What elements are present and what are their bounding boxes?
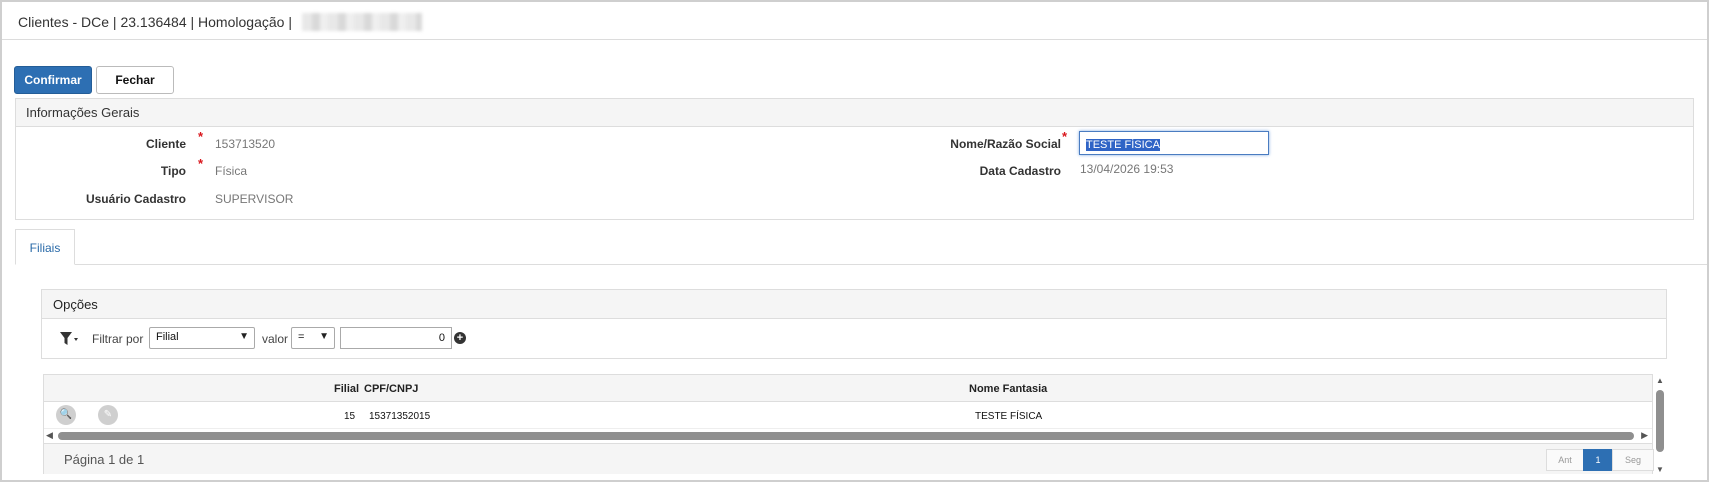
- column-header-cpf-cnpj[interactable]: CPF/CNPJ: [364, 383, 418, 395]
- blurred-environment-name: [302, 13, 422, 31]
- filter-field-value: Filial: [156, 331, 179, 343]
- scroll-down-icon[interactable]: ▼: [1656, 465, 1664, 474]
- next-page-button[interactable]: Seg: [1612, 449, 1654, 471]
- confirm-button[interactable]: Confirmar: [14, 66, 92, 94]
- nome-razao-social-label: Nome/Razão Social: [950, 137, 1061, 151]
- general-info-heading: Informações Gerais: [16, 99, 1693, 127]
- data-cadastro-label: Data Cadastro: [979, 164, 1061, 178]
- grid-header: Filial CPF/CNPJ Nome Fantasia: [44, 375, 1652, 402]
- cell-cpf-cnpj: 15371352015: [369, 411, 431, 422]
- filiais-grid: Filial CPF/CNPJ Nome Fantasia 🔍 ✎ 15 153…: [43, 374, 1654, 474]
- column-header-nome-fantasia[interactable]: Nome Fantasia: [969, 383, 1047, 395]
- cell-filial: 15: [344, 411, 356, 422]
- operator-value: =: [298, 331, 305, 343]
- selected-text: TESTE FÍSICA: [1086, 139, 1160, 151]
- tab-divider: [15, 264, 1707, 265]
- vertical-scroll-thumb[interactable]: [1656, 390, 1664, 452]
- close-button[interactable]: Fechar: [96, 66, 174, 94]
- cell-nome-fantasia: TESTE FÍSICA: [975, 411, 1043, 422]
- grid-footer: Página 1 de 1 Ant 1 Seg: [44, 443, 1654, 474]
- scroll-left-icon[interactable]: ◀: [46, 430, 53, 441]
- general-info-panel: Informações Gerais Cliente * 153713520 T…: [15, 98, 1694, 220]
- tipo-label: Tipo: [160, 164, 186, 178]
- scroll-right-icon[interactable]: ▶: [1641, 430, 1648, 441]
- value-label: valor: [262, 332, 289, 346]
- usuario-cadastro-label: Usuário Cadastro: [85, 192, 186, 206]
- filter-by-label: Filtrar por: [92, 332, 144, 346]
- tab-filiais[interactable]: Filiais: [15, 229, 75, 265]
- horizontal-scrollbar[interactable]: ◀ ▶: [44, 429, 1652, 443]
- cliente-label: Cliente: [145, 137, 186, 151]
- options-panel: Opções Filtrar por Filial ▼ valor = ▼ 0 …: [41, 289, 1667, 359]
- filter-field-select[interactable]: Filial ▼: [149, 327, 255, 349]
- nome-razao-social-input[interactable]: TESTE FÍSICA: [1079, 131, 1269, 155]
- options-heading: Opções: [42, 290, 1666, 319]
- scroll-up-icon[interactable]: ▲: [1656, 376, 1664, 385]
- usuario-cadastro-value: SUPERVISOR: [215, 192, 294, 206]
- vertical-scrollbar[interactable]: ▲ ▼: [1654, 374, 1666, 474]
- page-title: Clientes - DCe | 23.136484 | Homologação…: [18, 14, 292, 30]
- chevron-down-icon: ▼: [319, 331, 329, 342]
- chevron-down-icon: ▼: [239, 331, 249, 342]
- tipo-required-mark: *: [198, 156, 204, 171]
- page-info: Página 1 de 1: [64, 452, 145, 467]
- filter-value-input[interactable]: 0: [340, 327, 452, 349]
- cliente-value: 153713520: [215, 137, 276, 151]
- filter-funnel-icon[interactable]: [59, 330, 79, 348]
- table-row[interactable]: 🔍 ✎ 15 15371352015 TESTE FÍSICA: [44, 402, 1652, 429]
- nome-required-mark: *: [1062, 129, 1068, 144]
- operator-select[interactable]: = ▼: [291, 327, 335, 349]
- title-bar: Clientes - DCe | 23.136484 | Homologação…: [2, 2, 1707, 40]
- view-icon[interactable]: 🔍: [56, 405, 76, 425]
- horizontal-scroll-thumb[interactable]: [58, 432, 1634, 440]
- previous-page-button[interactable]: Ant: [1546, 449, 1584, 471]
- add-filter-icon[interactable]: +: [454, 332, 466, 344]
- data-cadastro-value: 13/04/2026 19:53: [1080, 162, 1174, 176]
- edit-icon[interactable]: ✎: [98, 405, 118, 425]
- cliente-required-mark: *: [198, 129, 204, 144]
- column-header-filial[interactable]: Filial: [334, 383, 359, 395]
- tipo-value: Física: [215, 164, 248, 178]
- current-page-button[interactable]: 1: [1583, 449, 1613, 471]
